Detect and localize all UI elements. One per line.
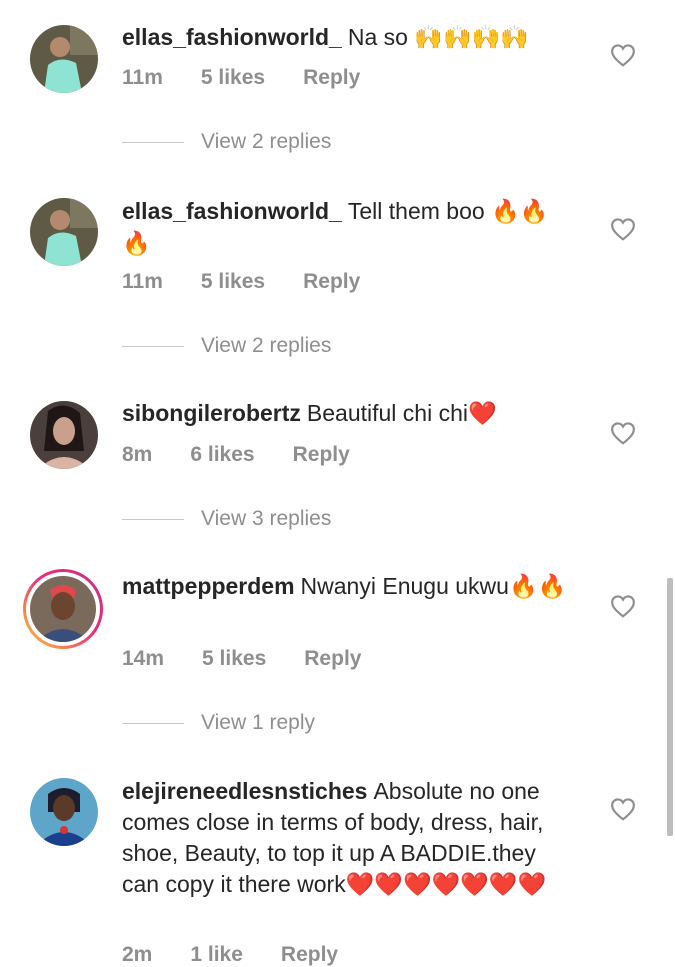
comment-meta: 11m 5 likes Reply <box>122 270 398 294</box>
heart-outline-icon[interactable] <box>610 217 636 241</box>
timestamp: 11m <box>122 66 163 89</box>
comment-text: elejireneedlesnstiches Absolute no one co… <box>122 776 572 901</box>
timestamp: 2m <box>122 943 153 966</box>
reply-button[interactable]: Reply <box>304 647 361 671</box>
likes-count[interactable]: 5 likes <box>201 270 265 294</box>
reply-button[interactable]: Reply <box>293 443 350 467</box>
likes-count[interactable]: 1 like <box>190 943 243 967</box>
heart-outline-icon[interactable] <box>610 594 636 618</box>
view-replies-button[interactable]: View 3 replies <box>122 507 331 531</box>
comment-message: Beautiful chi chi <box>306 400 468 426</box>
divider-line <box>122 722 184 724</box>
comment-message: Na so <box>347 24 408 50</box>
fire-emoji: 🔥🔥 <box>508 574 567 600</box>
username-link[interactable]: mattpepperdem <box>122 573 295 599</box>
comment-meta: 8m 6 likes Reply <box>122 443 388 467</box>
heart-outline-icon[interactable] <box>610 421 636 445</box>
username-link[interactable]: ellas_fashionworld_ <box>122 24 342 50</box>
avatar[interactable] <box>30 198 98 266</box>
timestamp: 11m <box>122 270 163 293</box>
comment-text: ellas_fashionworld_ Tell them boo 🔥🔥🔥 <box>122 196 567 260</box>
avatar[interactable] <box>30 778 98 846</box>
comment-meta: 11m 5 likes Reply <box>122 66 398 90</box>
story-ring-avatar[interactable] <box>23 569 103 649</box>
comment-text: mattpepperdem Nwanyi Enugu ukwu🔥🔥 <box>122 571 582 603</box>
heart-outline-icon[interactable] <box>610 797 636 821</box>
avatar[interactable] <box>30 401 98 469</box>
view-replies-label: View 2 replies <box>201 334 332 357</box>
view-replies-button[interactable]: View 1 reply <box>122 711 315 735</box>
heart-outline-icon[interactable] <box>610 43 636 67</box>
divider-line <box>122 345 184 347</box>
raising-hands-emoji: 🙌🙌🙌🙌 <box>414 25 529 51</box>
comment-message: Tell them boo <box>347 198 485 224</box>
username-link[interactable]: sibongilerobertz <box>122 400 301 426</box>
comment-message: Nwanyi Enugu ukwu <box>300 573 509 599</box>
username-link[interactable]: elejireneedlesnstiches <box>122 778 367 804</box>
comment-meta: 14m 5 likes Reply <box>122 647 399 671</box>
username-link[interactable]: ellas_fashionworld_ <box>122 198 342 224</box>
view-replies-button[interactable]: View 2 replies <box>122 334 331 358</box>
divider-line <box>122 141 184 143</box>
view-replies-label: View 2 replies <box>201 130 332 153</box>
divider-line <box>122 518 184 520</box>
comment-meta: 2m 1 like Reply <box>122 943 376 967</box>
comment-text: sibongilerobertz Beautiful chi chi❤️ <box>122 398 592 430</box>
reply-button[interactable]: Reply <box>303 66 360 90</box>
red-heart-emoji: ❤️ <box>468 401 497 427</box>
view-replies-button[interactable]: View 2 replies <box>122 130 331 154</box>
timestamp: 8m <box>122 443 153 466</box>
view-replies-label: View 3 replies <box>201 507 332 530</box>
likes-count[interactable]: 5 likes <box>202 647 266 671</box>
likes-count[interactable]: 5 likes <box>201 66 265 90</box>
comment-text: ellas_fashionworld_ Na so 🙌🙌🙌🙌 <box>122 22 592 54</box>
avatar[interactable] <box>30 25 98 93</box>
scrollbar[interactable] <box>667 578 673 836</box>
reply-button[interactable]: Reply <box>281 943 338 967</box>
timestamp: 14m <box>122 647 165 670</box>
reply-button[interactable]: Reply <box>303 270 360 294</box>
red-heart-emoji: ❤️❤️❤️❤️❤️❤️❤️ <box>345 872 547 898</box>
view-replies-label: View 1 reply <box>201 711 316 734</box>
likes-count[interactable]: 6 likes <box>190 443 254 467</box>
